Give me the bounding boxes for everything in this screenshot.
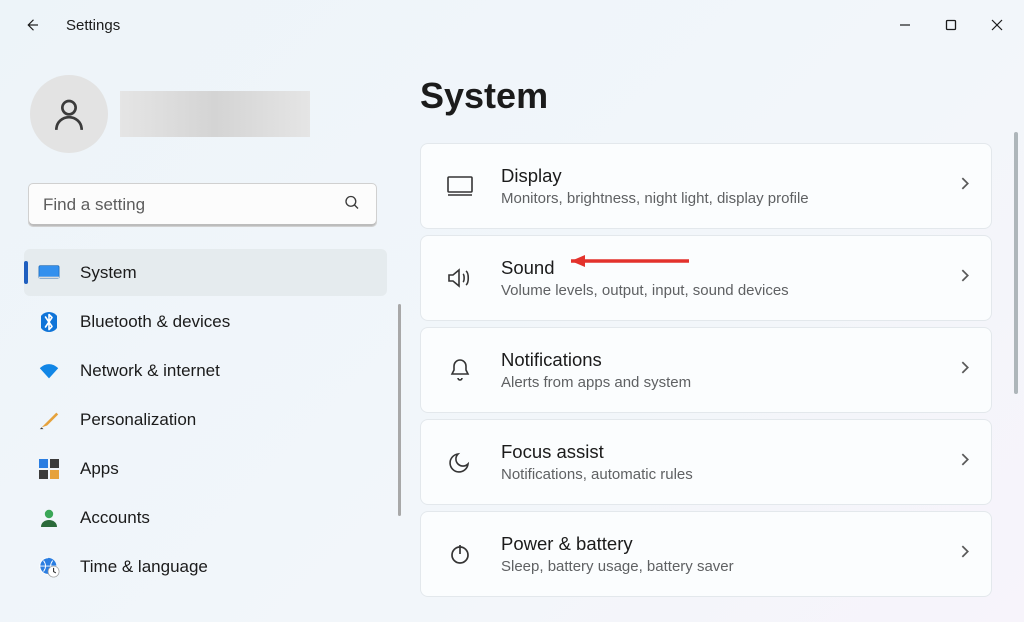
bluetooth-icon: [38, 311, 60, 333]
settings-cards: Display Monitors, brightness, night ligh…: [420, 143, 992, 597]
paintbrush-icon: [38, 409, 60, 431]
chevron-right-icon: [958, 453, 971, 471]
sidebar-item-label: Apps: [80, 459, 119, 479]
chevron-right-icon: [958, 269, 971, 287]
back-button[interactable]: [18, 11, 46, 39]
card-title: Power & battery: [501, 533, 958, 555]
card-subtitle: Sleep, battery usage, battery saver: [501, 558, 958, 575]
main-panel: System Display Monitors, brightness, nig…: [395, 50, 1024, 622]
page-title: System: [420, 75, 992, 117]
sidebar-item-bluetooth[interactable]: Bluetooth & devices: [24, 298, 387, 345]
user-name-placeholder: [120, 91, 310, 137]
chevron-right-icon: [958, 361, 971, 379]
card-subtitle: Volume levels, output, input, sound devi…: [501, 282, 958, 299]
close-button[interactable]: [974, 4, 1020, 46]
card-focus-assist[interactable]: Focus assist Notifications, automatic ru…: [420, 419, 992, 505]
sidebar-item-label: Accounts: [80, 508, 150, 528]
card-display[interactable]: Display Monitors, brightness, night ligh…: [420, 143, 992, 229]
card-subtitle: Monitors, brightness, night light, displ…: [501, 190, 958, 207]
sidebar-item-apps[interactable]: Apps: [24, 445, 387, 492]
card-power-battery[interactable]: Power & battery Sleep, battery usage, ba…: [420, 511, 992, 597]
card-subtitle: Notifications, automatic rules: [501, 466, 958, 483]
main-scrollbar[interactable]: [1014, 132, 1018, 394]
search-input[interactable]: [28, 183, 377, 227]
card-title: Focus assist: [501, 441, 958, 463]
chevron-right-icon: [958, 545, 971, 563]
display-icon: [443, 175, 477, 197]
system-icon: [38, 262, 60, 284]
card-notifications[interactable]: Notifications Alerts from apps and syste…: [420, 327, 992, 413]
sidebar-item-personalization[interactable]: Personalization: [24, 396, 387, 443]
apps-icon: [38, 458, 60, 480]
sidebar-item-label: Time & language: [80, 557, 208, 577]
sidebar-item-network[interactable]: Network & internet: [24, 347, 387, 394]
sound-icon: [443, 266, 477, 290]
card-title: Sound: [501, 257, 958, 279]
search-wrap: [28, 183, 377, 227]
card-title: Notifications: [501, 349, 958, 371]
card-title: Display: [501, 165, 958, 187]
accounts-icon: [38, 507, 60, 529]
window-title: Settings: [66, 17, 120, 34]
sidebar-item-label: Personalization: [80, 410, 196, 430]
minimize-button[interactable]: [882, 4, 928, 46]
notifications-icon: [443, 357, 477, 383]
titlebar: Settings: [0, 0, 1024, 50]
card-sound[interactable]: Sound Volume levels, output, input, soun…: [420, 235, 992, 321]
globe-clock-icon: [38, 556, 60, 578]
sidebar-item-label: System: [80, 263, 137, 283]
maximize-button[interactable]: [928, 4, 974, 46]
avatar: [30, 75, 108, 153]
chevron-right-icon: [958, 177, 971, 195]
profile-section[interactable]: [24, 75, 387, 153]
sidebar-item-time-language[interactable]: Time & language: [24, 543, 387, 590]
nav-list: System Bluetooth & devices Network & int…: [24, 249, 387, 590]
wifi-icon: [38, 360, 60, 382]
sidebar: System Bluetooth & devices Network & int…: [0, 50, 395, 622]
moon-icon: [443, 450, 477, 474]
power-icon: [443, 542, 477, 566]
sidebar-item-label: Network & internet: [80, 361, 220, 381]
window-controls: [882, 4, 1020, 46]
sidebar-item-accounts[interactable]: Accounts: [24, 494, 387, 541]
sidebar-item-label: Bluetooth & devices: [80, 312, 230, 332]
card-subtitle: Alerts from apps and system: [501, 374, 958, 391]
titlebar-left: Settings: [18, 11, 120, 39]
sidebar-item-system[interactable]: System: [24, 249, 387, 296]
